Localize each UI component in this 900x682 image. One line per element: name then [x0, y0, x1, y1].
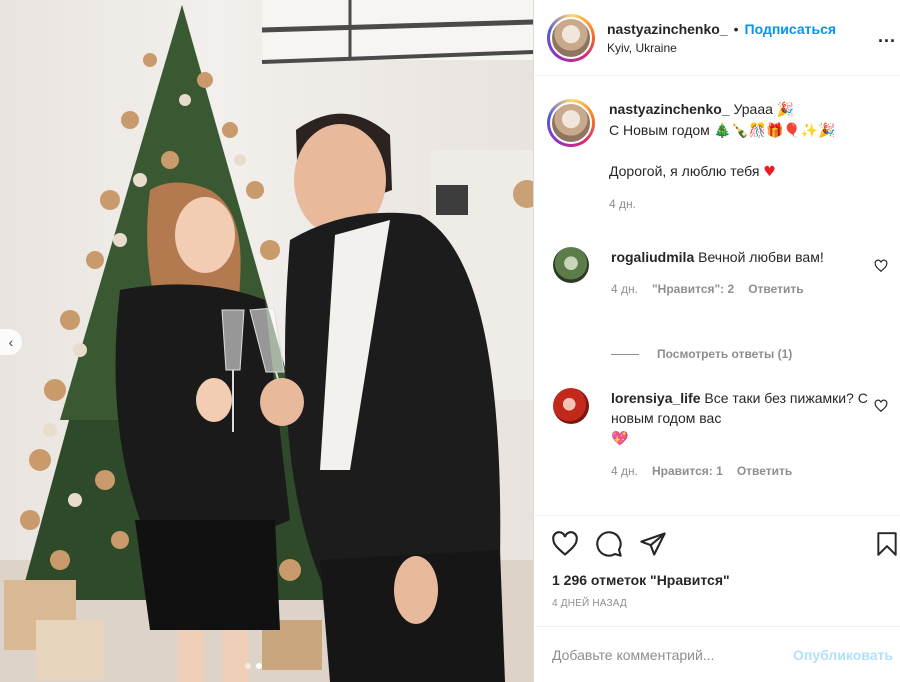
separator-dot: •: [733, 20, 739, 37]
commenter-avatar[interactable]: [553, 388, 589, 424]
caption-line2: С Новым годом: [609, 122, 710, 138]
post-date[interactable]: 4 ДНЕЙ НАЗАД: [552, 598, 627, 609]
like-heart-icon[interactable]: [551, 530, 579, 558]
party-emoji-icon: 🎉: [776, 102, 795, 118]
comment-text: Вечной любви вам!: [698, 249, 824, 265]
commenter-avatar[interactable]: [553, 247, 589, 283]
share-paper-plane-icon[interactable]: [639, 530, 667, 558]
commenter-username[interactable]: lorensiya_life: [611, 390, 701, 406]
caption-line3: Дорогой, я люблю тебя: [609, 163, 760, 179]
red-heart-icon: ♥: [763, 164, 776, 180]
more-options-icon[interactable]: ...: [878, 26, 896, 47]
caption-line1: Урааа: [733, 101, 773, 117]
caption: nastyazinchenko_ Урааа 🎉 С Новым годом 🎄…: [547, 99, 869, 214]
comment-item: lorensiya_life Все таки без пижамки? С н…: [553, 388, 871, 481]
reply-button[interactable]: Ответить: [737, 461, 792, 481]
celebration-emoji-icons: 🎄🍾🎊🎁🎈✨🎉: [713, 123, 836, 139]
follow-button[interactable]: Подписаться: [745, 21, 837, 37]
comment-time[interactable]: 4 дн.: [611, 279, 638, 299]
post-header: nastyazinchenko_ • Подписаться Kyiv, Ukr…: [535, 0, 900, 76]
comment-time[interactable]: 4 дн.: [611, 461, 638, 481]
carousel-dot-active: [256, 663, 262, 669]
comment-likes[interactable]: Нравится: 1: [652, 461, 723, 481]
comment-likes[interactable]: "Нравится": 2: [652, 279, 734, 299]
view-replies-button[interactable]: Посмотреть ответы (1): [611, 347, 792, 361]
post-photo[interactable]: ‹: [0, 0, 534, 682]
likes-count[interactable]: 1 296 отметок "Нравится": [552, 572, 730, 588]
author-username[interactable]: nastyazinchenko_: [607, 21, 728, 37]
carousel-dots: [245, 663, 262, 669]
commenter-username[interactable]: rogaliudmila: [611, 249, 694, 265]
post-location[interactable]: Kyiv, Ukraine: [607, 41, 836, 55]
carousel-dot: [245, 663, 251, 669]
like-comment-heart-icon[interactable]: [874, 259, 888, 273]
reply-button[interactable]: Ответить: [748, 279, 803, 299]
like-comment-heart-icon[interactable]: [874, 399, 888, 413]
comment-input[interactable]: [552, 646, 782, 663]
photo-illustration: [0, 0, 533, 682]
caption-time[interactable]: 4 дн.: [609, 194, 636, 214]
publish-button[interactable]: Опубликовать: [793, 647, 893, 663]
comment-item: rogaliudmila Вечной любви вам! 4 дн. "Нр…: [553, 247, 871, 299]
author-avatar[interactable]: [547, 13, 595, 62]
caption-avatar[interactable]: [547, 99, 595, 147]
add-comment-bar: Опубликовать: [535, 626, 900, 682]
sparkling-heart-icon: 💖: [611, 431, 629, 447]
comments-list[interactable]: nastyazinchenko_ Урааа 🎉 С Новым годом 🎄…: [535, 77, 900, 515]
view-replies-label: Посмотреть ответы (1): [657, 347, 793, 361]
post-actions: 1 296 отметок "Нравится" 4 ДНЕЙ НАЗАД: [535, 515, 900, 641]
chevron-left-icon: ‹: [8, 334, 14, 350]
caption-username[interactable]: nastyazinchenko_: [609, 101, 730, 117]
comment-bubble-icon[interactable]: [595, 530, 623, 558]
save-bookmark-icon[interactable]: [874, 530, 900, 558]
post-sidebar: nastyazinchenko_ • Подписаться Kyiv, Ukr…: [535, 0, 900, 682]
